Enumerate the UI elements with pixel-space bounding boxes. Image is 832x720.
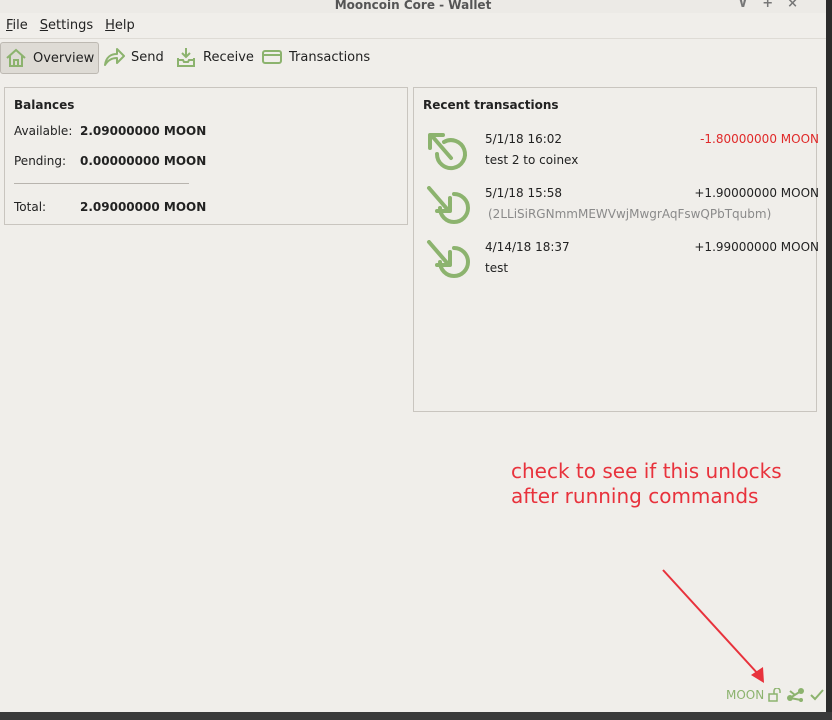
menubar: File Settings Help [0, 15, 141, 37]
transactions-tab-label: Transactions [289, 49, 371, 65]
network-icon [787, 688, 805, 702]
maximize-button[interactable]: + [762, 0, 787, 11]
transaction-address: (2LLiSiRGNmmMEWVwjMwgrAqFswQPbTqubm) [488, 207, 772, 221]
synced-check-icon [810, 689, 824, 701]
transactions-tab[interactable]: Transactions [261, 42, 370, 72]
recent-transactions-title: Recent transactions [423, 98, 559, 112]
transaction-date: 5/1/18 16:02 [485, 132, 563, 146]
lock-open-icon [768, 688, 781, 702]
transaction-date: 5/1/18 15:58 [485, 186, 563, 200]
pending-value: 0.00000000 MOON [80, 154, 207, 168]
menu-help[interactable]: Help [99, 15, 141, 37]
receive-tab[interactable]: Receive [175, 42, 254, 72]
balances-panel: Balances Available: 2.09000000 MOON Pend… [4, 87, 408, 225]
transaction-amount: -1.80000000 MOON [700, 132, 819, 146]
minimize-button[interactable]: ∨ [738, 0, 763, 11]
pending-label: Pending: [14, 154, 67, 168]
receive-inbox-icon [177, 48, 195, 67]
total-value: 2.09000000 MOON [80, 200, 207, 214]
window-edge-right [826, 0, 832, 720]
card-icon [262, 50, 282, 64]
available-value: 2.09000000 MOON [80, 124, 207, 138]
overview-tab-label: Overview [33, 50, 95, 66]
send-tab-label: Send [131, 49, 164, 65]
transaction-description: test 2 to coinex [485, 153, 579, 167]
received-transaction-icon [427, 240, 470, 278]
recent-transactions-panel: Recent transactions 5/1/18 16:02 -1.8000… [413, 87, 819, 412]
receive-tab-label: Receive [203, 49, 254, 65]
send-tab[interactable]: Send [103, 42, 164, 72]
transaction-amount: +1.90000000 MOON [694, 186, 819, 200]
menu-settings[interactable]: Settings [34, 15, 99, 37]
status-bar: MOON [726, 687, 824, 703]
received-transaction-icon [427, 186, 470, 224]
home-icon [6, 48, 26, 67]
window-title: Mooncoin Core - Wallet [334, 0, 492, 12]
window-edge-bottom [0, 712, 832, 720]
window-controls: ∨+× [738, 0, 812, 11]
sent-transaction-icon [428, 133, 467, 171]
total-label: Total: [14, 200, 47, 214]
overview-tab[interactable]: Overview [0, 42, 99, 74]
transaction-date: 4/14/18 18:37 [485, 240, 570, 254]
available-label: Available: [14, 124, 73, 138]
transaction-amount: +1.99000000 MOON [694, 240, 819, 254]
window-titlebar: Mooncoin Core - Wallet ∨+× [0, 0, 826, 13]
balances-separator [14, 183, 189, 184]
transaction-item[interactable]: 5/1/18 16:02 -1.80000000 MOON test 2 to … [424, 132, 819, 186]
annotation-note: check to see if this unlocks after runni… [511, 459, 782, 508]
send-arrow-icon [104, 48, 125, 66]
balances-title: Balances [14, 98, 75, 112]
transaction-description: test [485, 261, 509, 275]
menu-file[interactable]: File [0, 15, 34, 37]
transaction-item[interactable]: 4/14/18 18:37 +1.99000000 MOON test [424, 240, 819, 294]
unit-selector[interactable]: MOON [726, 688, 764, 702]
annotation-arrow [662, 569, 764, 683]
toolbar: Overview Send Receive Transactions [0, 38, 826, 77]
transaction-item[interactable]: 5/1/18 15:58 +1.90000000 MOON (2LLiSiRGN… [424, 186, 819, 240]
close-button[interactable]: × [787, 0, 812, 11]
